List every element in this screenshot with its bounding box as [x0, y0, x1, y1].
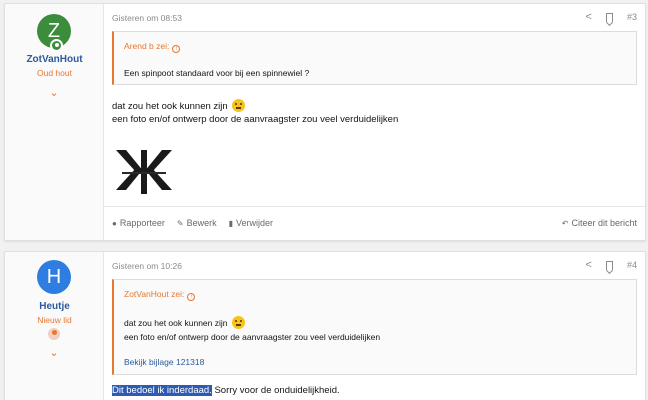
online-status-icon — [50, 39, 63, 52]
post-number[interactable]: #4 — [627, 260, 637, 270]
thinking-emoji-icon — [232, 99, 246, 112]
quote-text: dat zou het ook kunnen zijn — [124, 316, 245, 329]
alert-icon: ● — [112, 219, 117, 228]
avatar[interactable]: H — [37, 260, 71, 294]
post-body-line: een foto en/of ontwerp door de aanvraags… — [112, 114, 399, 125]
view-attachment-link[interactable]: Bekijk bijlage 121318 — [124, 357, 204, 367]
user-panel: H Heutje Nieuw lid ⌄ — [5, 252, 104, 400]
selected-text: Dit bedoel ik inderdaad. — [112, 385, 212, 396]
post-content: Gisteren om 08:53 < #3 Arend b zei: ↑ Een… — [104, 4, 645, 240]
post-actions-top: < #3 — [586, 11, 637, 23]
thinking-emoji-icon — [231, 316, 245, 329]
user-badge-icon — [48, 328, 60, 340]
reply-icon: ↶ — [561, 219, 569, 228]
post-content: Gisteren om 10:26 < #4 ZotVanHout zei: ↑ … — [104, 252, 645, 400]
quote-post-label: Citeer dit bericht — [571, 218, 637, 228]
post-timestamp[interactable]: Gisteren om 10:26 — [112, 261, 182, 271]
quote-author[interactable]: ZotVanHout zei: ↑ — [124, 289, 196, 301]
post-3: Z ZotVanHout Oud hout ⌄ Gisteren om 08:5… — [4, 3, 646, 241]
quote-line-1: dat zou het ook kunnen zijn — [124, 318, 228, 328]
quote-post-button[interactable]: ↶ Citeer dit bericht — [562, 218, 637, 228]
edit-button[interactable]: ✎ Bewerk — [177, 218, 217, 228]
bookmark-icon[interactable] — [605, 12, 613, 22]
pencil-icon: ✎ — [176, 219, 184, 228]
edit-label: Bewerk — [186, 218, 217, 228]
user-title: Oud hout — [37, 68, 72, 78]
post-footer: ● Rapporteer ✎ Bewerk ▮ Verwijder ↶ Citeer d… — [104, 206, 645, 240]
trash-icon: ▮ — [228, 219, 233, 228]
quote-text: Een spinpoot standaard voor bij een spin… — [124, 68, 310, 78]
post-body-line: dat zou het ook kunnen zijn — [112, 99, 246, 112]
quote-block: ZotVanHout zei: ↑ dat zou het ook kunnen … — [112, 279, 637, 375]
arrow-up-icon[interactable]: ↑ — [172, 45, 181, 53]
attachment-thumbnail — [112, 142, 176, 198]
report-button[interactable]: ● Rapporteer — [112, 218, 165, 228]
post-actions-top: < #4 — [586, 259, 637, 271]
username[interactable]: Heutje — [5, 301, 104, 312]
quote-author-label: Arend b zei: — [124, 41, 170, 51]
share-icon[interactable]: < — [586, 11, 592, 23]
share-icon[interactable]: < — [586, 259, 592, 271]
delete-label: Verwijder — [236, 218, 274, 228]
post-body-text: dat zou het ook kunnen zijn — [112, 101, 228, 112]
attachment-image[interactable] — [112, 142, 176, 198]
post-body-text: Sorry voor de onduidelijkheid. — [211, 385, 340, 396]
post-footer-actions: ● Rapporteer ✎ Bewerk ▮ Verwijder — [112, 218, 273, 228]
bookmark-icon[interactable] — [605, 260, 613, 270]
post-number[interactable]: #3 — [627, 12, 637, 22]
quote-author-label: ZotVanHout zei: — [124, 289, 185, 299]
post-4: H Heutje Nieuw lid ⌄ Gisteren om 10:26 <… — [4, 251, 646, 400]
delete-button[interactable]: ▮ Verwijder — [229, 218, 273, 228]
quote-author[interactable]: Arend b zei: ↑ — [124, 41, 181, 53]
chevron-down-icon[interactable]: ⌄ — [49, 348, 59, 359]
post-body-line: Dit bedoel ik inderdaad. Sorry voor de o… — [112, 385, 340, 396]
arrow-up-icon[interactable]: ↑ — [187, 293, 196, 301]
user-panel: Z ZotVanHout Oud hout ⌄ — [5, 4, 104, 240]
username[interactable]: ZotVanHout — [5, 54, 104, 65]
chevron-down-icon[interactable]: ⌄ — [49, 88, 59, 99]
post-timestamp[interactable]: Gisteren om 08:53 — [112, 13, 182, 23]
quote-block: Arend b zei: ↑ Een spinpoot standaard voo… — [112, 31, 637, 85]
quote-text: een foto en/of ontwerp door de aanvraags… — [124, 332, 381, 342]
user-title: Nieuw lid — [37, 315, 72, 325]
report-label: Rapporteer — [119, 218, 165, 228]
